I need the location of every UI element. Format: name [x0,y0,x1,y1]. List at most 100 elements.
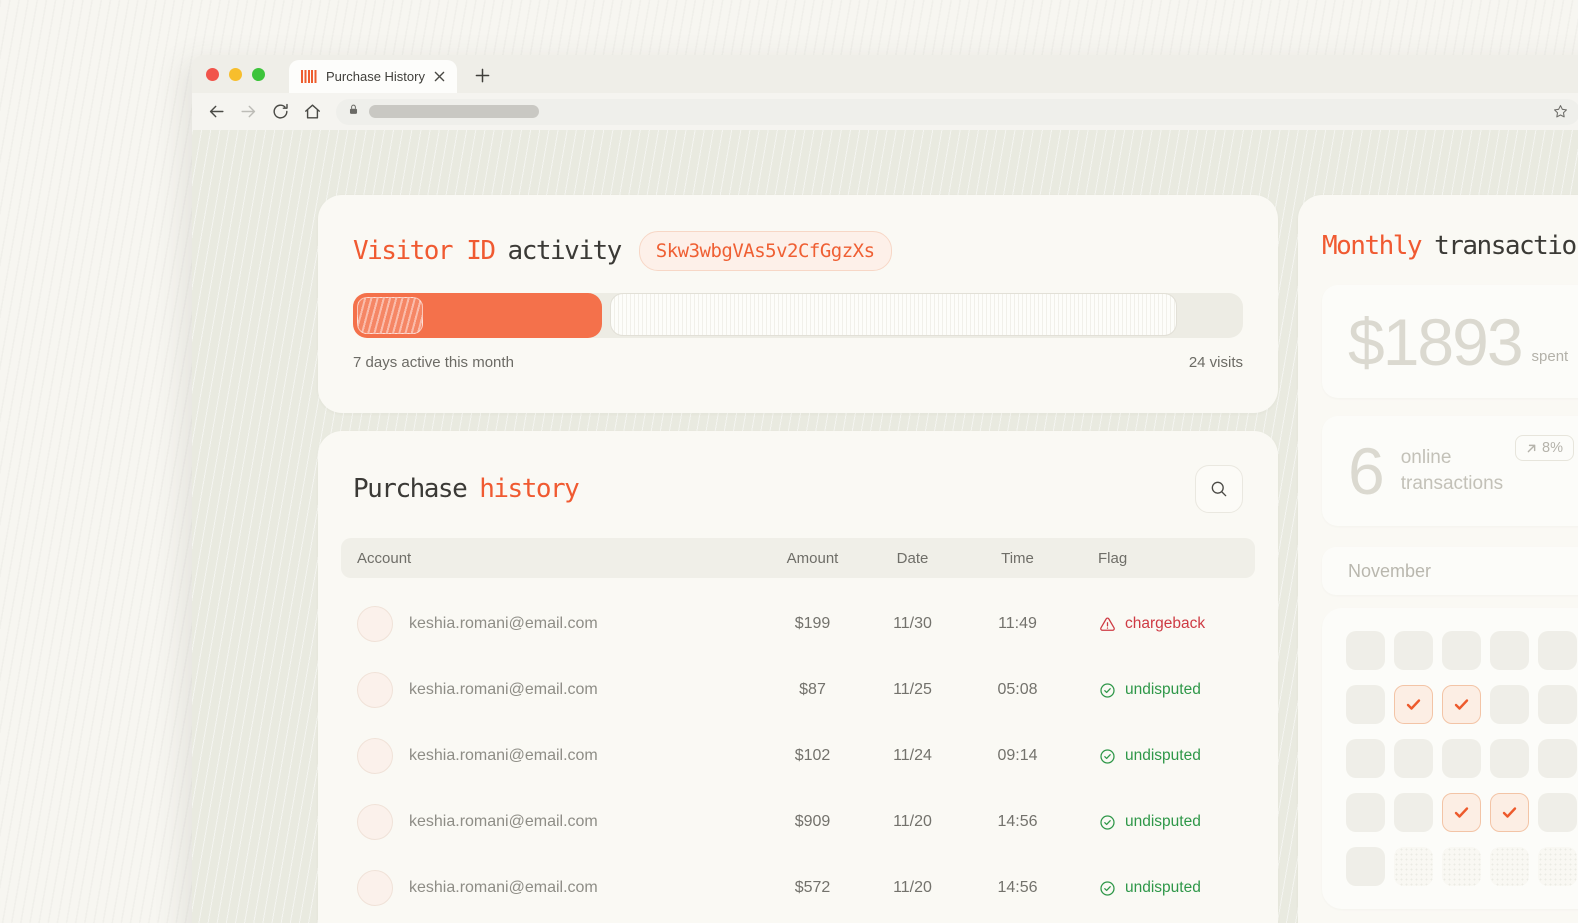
maximize-window-button[interactable] [252,68,265,81]
purchase-card-title: Purchasehistory [353,474,578,504]
time-cell: 11:49 [965,615,1070,633]
check-circle-icon [1098,879,1117,898]
account-avatar [357,870,393,906]
flag-label: undisputed [1125,681,1201,699]
account-email: keshia.romani@email.com [409,747,598,765]
calendar-day[interactable] [1394,847,1433,886]
tab-close-icon[interactable] [434,71,445,82]
tab-purchase-history[interactable]: Purchase History [289,60,457,93]
browser-toolbar [192,93,1578,130]
account-avatar [357,804,393,840]
amount-cell: $199 [765,615,860,633]
calendar-day-checked[interactable] [1394,685,1433,724]
table-body: keshia.romani@email.com $199 11/30 11:49… [341,591,1255,921]
date-cell: 11/24 [860,747,965,765]
calendar-day[interactable] [1538,631,1577,670]
monthly-spend-stat: $1893 spent [1322,285,1578,398]
bookmark-star-icon[interactable] [1552,103,1569,120]
calendar-day[interactable] [1394,739,1433,778]
account-email: keshia.romani@email.com [409,615,598,633]
online-transactions-stat: 6 online transactions 8% [1322,416,1578,526]
warning-triangle-icon [1098,615,1117,634]
calendar-day[interactable] [1538,685,1577,724]
calendar-day[interactable] [1538,739,1577,778]
month-select[interactable]: November [1322,547,1578,595]
checkmark-icon [1453,696,1470,713]
back-icon[interactable] [202,98,230,126]
table-row[interactable]: keshia.romani@email.com $102 11/24 09:14… [341,723,1255,789]
activity-progress-fill [353,293,602,338]
activity-progress-track [353,293,1243,338]
checkmark-icon [1501,804,1518,821]
flag-label: undisputed [1125,813,1201,831]
calendar-day[interactable] [1346,739,1385,778]
flag-label: undisputed [1125,879,1201,897]
browser-window: Purchase History [192,55,1578,923]
calendar-day[interactable] [1346,793,1385,832]
amount-cell: $572 [765,879,860,897]
arrow-up-right-icon [1526,443,1537,454]
new-tab-button[interactable] [475,68,490,83]
date-cell: 11/30 [860,615,965,633]
close-window-button[interactable] [206,68,219,81]
account-email: keshia.romani@email.com [409,681,598,699]
check-circle-icon [1098,813,1117,832]
minimize-window-button[interactable] [229,68,242,81]
calendar-day[interactable] [1490,685,1529,724]
calendar-day-checked[interactable] [1442,685,1481,724]
column-header-amount: Amount [765,550,860,567]
forward-icon[interactable] [234,98,262,126]
amount-cell: $102 [765,747,860,765]
table-row[interactable]: keshia.romani@email.com $87 11/25 05:08 … [341,657,1255,723]
reload-icon[interactable] [266,98,294,126]
search-icon [1209,479,1229,499]
time-cell: 05:08 [965,681,1070,699]
calendar-day[interactable] [1490,631,1529,670]
column-header-account: Account [357,550,765,567]
calendar-day[interactable] [1394,793,1433,832]
checkmark-icon [1405,696,1422,713]
flag-cell: undisputed [1070,747,1255,766]
page-content: Visitor IDactivity Skw3wbgVAs5v2CfGgzXs … [192,130,1578,923]
time-cell: 14:56 [965,879,1070,897]
home-icon[interactable] [298,98,326,126]
table-row[interactable]: keshia.romani@email.com $909 11/20 14:56… [341,789,1255,855]
purchase-history-card: Purchasehistory Account Amount Date Time… [318,431,1278,923]
visitor-id-badge[interactable]: Skw3wbgVAs5v2CfGgzXs [639,231,892,271]
site-favicon-icon [301,70,317,83]
flag-cell: undisputed [1070,879,1255,898]
calendar-day[interactable] [1346,685,1385,724]
amount-cell: $87 [765,681,860,699]
calendar-day-checked[interactable] [1442,793,1481,832]
calendar-day[interactable] [1394,631,1433,670]
address-bar[interactable] [336,99,1578,125]
table-header: Account Amount Date Time Flag [341,538,1255,578]
spend-label: spent [1532,348,1569,365]
flag-cell: undisputed [1070,681,1255,700]
tab-strip: Purchase History [192,55,1578,93]
calendar-day[interactable] [1490,739,1529,778]
calendar-day[interactable] [1490,847,1529,886]
month-select-value: November [1348,561,1431,582]
calendar-day[interactable] [1442,847,1481,886]
visits-count-label: 24 visits [1189,354,1243,371]
column-header-flag: Flag [1070,550,1255,567]
table-row[interactable]: keshia.romani@email.com $199 11/30 11:49… [341,591,1255,657]
check-circle-icon [1098,747,1117,766]
calendar-day[interactable] [1538,847,1577,886]
calendar-day[interactable] [1346,631,1385,670]
flag-label: chargeback [1125,615,1205,633]
monthly-transactions-card: Monthlytransactions $1893 spent 6 online… [1298,195,1578,923]
calendar-day[interactable] [1538,793,1577,832]
calendar-day[interactable] [1442,739,1481,778]
spend-amount: $1893 [1348,304,1522,380]
check-circle-icon [1098,681,1117,700]
table-row[interactable]: keshia.romani@email.com $572 11/20 14:56… [341,855,1255,921]
calendar-day-checked[interactable] [1490,793,1529,832]
visitor-card-title: Visitor IDactivity [353,236,621,266]
column-header-time: Time [965,550,1070,567]
search-button[interactable] [1195,465,1243,513]
calendar-grid [1346,631,1578,886]
calendar-day[interactable] [1346,847,1385,886]
calendar-day[interactable] [1442,631,1481,670]
